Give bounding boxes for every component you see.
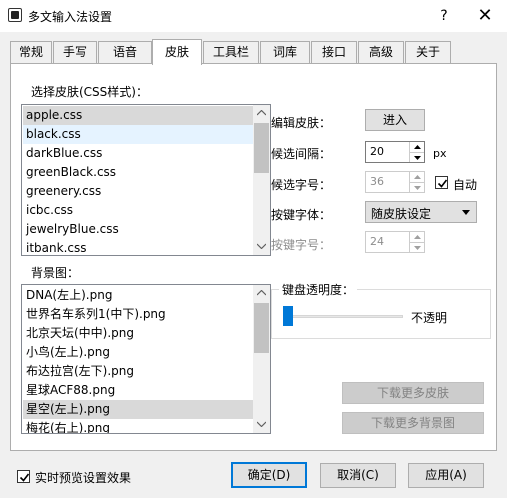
candidate-spacing-unit: px xyxy=(433,147,447,160)
candidate-spacing-value[interactable]: 20 xyxy=(370,142,384,162)
list-item[interactable]: jewelryBlue.css xyxy=(23,220,253,239)
auto-checkbox[interactable] xyxy=(435,176,448,189)
spin-up-arrow-icon[interactable] xyxy=(410,172,424,182)
key-font-size-label: 按键字号： xyxy=(271,238,332,252)
opacity-slider-thumb[interactable] xyxy=(283,306,293,326)
list-item[interactable]: greenBlack.css xyxy=(23,163,253,182)
download-more-backgrounds-button[interactable]: 下载更多背景图 xyxy=(342,412,484,434)
spin-up-arrow-icon[interactable] xyxy=(410,232,424,242)
key-font-dropdown[interactable]: 随皮肤设定 xyxy=(365,201,477,223)
key-font-size-spinbox[interactable]: 24 xyxy=(365,231,425,253)
enter-button[interactable]: 进入 xyxy=(365,109,425,131)
tab-panel: 选择皮肤(CSS样式)： apple.css black.css darkBlu… xyxy=(10,63,497,451)
skin-list-scrollbar[interactable] xyxy=(253,105,270,255)
window-title: 多文输入法设置 xyxy=(28,10,113,24)
tab-general[interactable]: 常规 xyxy=(10,41,52,63)
realtime-preview-label: 实时预览设置效果 xyxy=(35,471,132,485)
checkmark-icon xyxy=(19,473,30,482)
tab-about[interactable]: 关于 xyxy=(405,41,451,63)
background-list-scrollbar[interactable] xyxy=(253,285,270,433)
scroll-down-arrow-icon[interactable] xyxy=(253,416,270,433)
candidate-font-size-spinbox[interactable]: 36 xyxy=(365,171,425,193)
list-item[interactable]: itbank.css xyxy=(23,239,253,255)
list-item[interactable]: 北京天坛(中中).png xyxy=(23,324,253,343)
auto-label: 自动 xyxy=(453,178,478,192)
spin-down-arrow-icon[interactable] xyxy=(410,152,424,162)
spin-down-arrow-icon[interactable] xyxy=(410,182,424,192)
skin-list-label: 选择皮肤(CSS样式)： xyxy=(31,85,148,99)
checkmark-icon xyxy=(437,179,448,188)
opacity-slider-track[interactable] xyxy=(285,315,403,318)
background-listbox[interactable]: DNA(左上).png 世界名车系列1(中下).png 北京天坛(中中).png… xyxy=(21,284,271,434)
help-button[interactable]: ? xyxy=(432,4,456,28)
scroll-up-arrow-icon[interactable] xyxy=(253,105,270,122)
list-item[interactable]: icbc.css xyxy=(23,201,253,220)
tab-voice[interactable]: 语音 xyxy=(98,41,152,63)
cancel-button[interactable]: 取消(C) xyxy=(320,463,396,488)
edit-skin-label: 编辑皮肤： xyxy=(271,116,332,130)
skin-listbox[interactable]: apple.css black.css darkBlue.css greenBl… xyxy=(21,104,271,256)
key-font-selected: 随皮肤设定 xyxy=(371,207,432,221)
opacity-value-text: 不透明 xyxy=(411,311,448,325)
candidate-font-size-label: 候选字号： xyxy=(271,178,332,192)
download-more-skins-button[interactable]: 下载更多皮肤 xyxy=(342,382,484,404)
realtime-preview-checkbox[interactable] xyxy=(17,470,30,483)
spin-up-arrow-icon[interactable] xyxy=(410,142,424,152)
spin-down-arrow-icon[interactable] xyxy=(410,242,424,252)
list-item[interactable]: 世界名车系列1(中下).png xyxy=(23,305,253,324)
ok-button[interactable]: 确定(D) xyxy=(231,462,307,488)
key-font-size-value: 24 xyxy=(370,235,384,248)
scroll-thumb[interactable] xyxy=(254,303,269,353)
list-item[interactable]: 星空(左上).png xyxy=(23,400,253,419)
tab-interface[interactable]: 接口 xyxy=(311,41,357,63)
tab-skin[interactable]: 皮肤 xyxy=(152,39,202,65)
scroll-thumb[interactable] xyxy=(254,123,269,173)
background-list-label: 背景图： xyxy=(31,266,80,280)
opacity-label: 键盘透明度： xyxy=(279,281,358,298)
list-item[interactable]: 梅花(右上).png xyxy=(23,419,253,433)
list-item[interactable]: 星球ACF88.png xyxy=(23,381,253,400)
list-item[interactable]: apple.css xyxy=(23,106,253,125)
close-button[interactable]: ✕ xyxy=(470,4,500,28)
tab-dictionary[interactable]: 词库 xyxy=(260,41,310,63)
candidate-spacing-spinbox[interactable]: 20 xyxy=(365,141,425,163)
tab-advanced[interactable]: 高级 xyxy=(358,41,404,63)
list-item[interactable]: DNA(左上).png xyxy=(23,286,253,305)
tab-toolbar[interactable]: 工具栏 xyxy=(203,41,259,63)
list-item[interactable]: darkBlue.css xyxy=(23,144,253,163)
dropdown-arrow-icon xyxy=(462,210,470,215)
apply-button[interactable]: 应用(A) xyxy=(408,463,484,488)
list-item[interactable]: 小鸟(左上).png xyxy=(23,343,253,362)
scroll-down-arrow-icon[interactable] xyxy=(253,238,270,255)
app-icon xyxy=(8,8,22,22)
tab-handwriting[interactable]: 手写 xyxy=(53,41,97,63)
list-item[interactable]: greenery.css xyxy=(23,182,253,201)
list-item[interactable]: 布达拉宫(左下).png xyxy=(23,362,253,381)
list-item[interactable]: black.css xyxy=(23,125,253,144)
key-font-label: 按键字体： xyxy=(271,208,332,222)
candidate-font-size-value: 36 xyxy=(370,175,384,188)
scroll-up-arrow-icon[interactable] xyxy=(253,285,270,302)
candidate-spacing-label: 候选间隔： xyxy=(271,147,332,161)
